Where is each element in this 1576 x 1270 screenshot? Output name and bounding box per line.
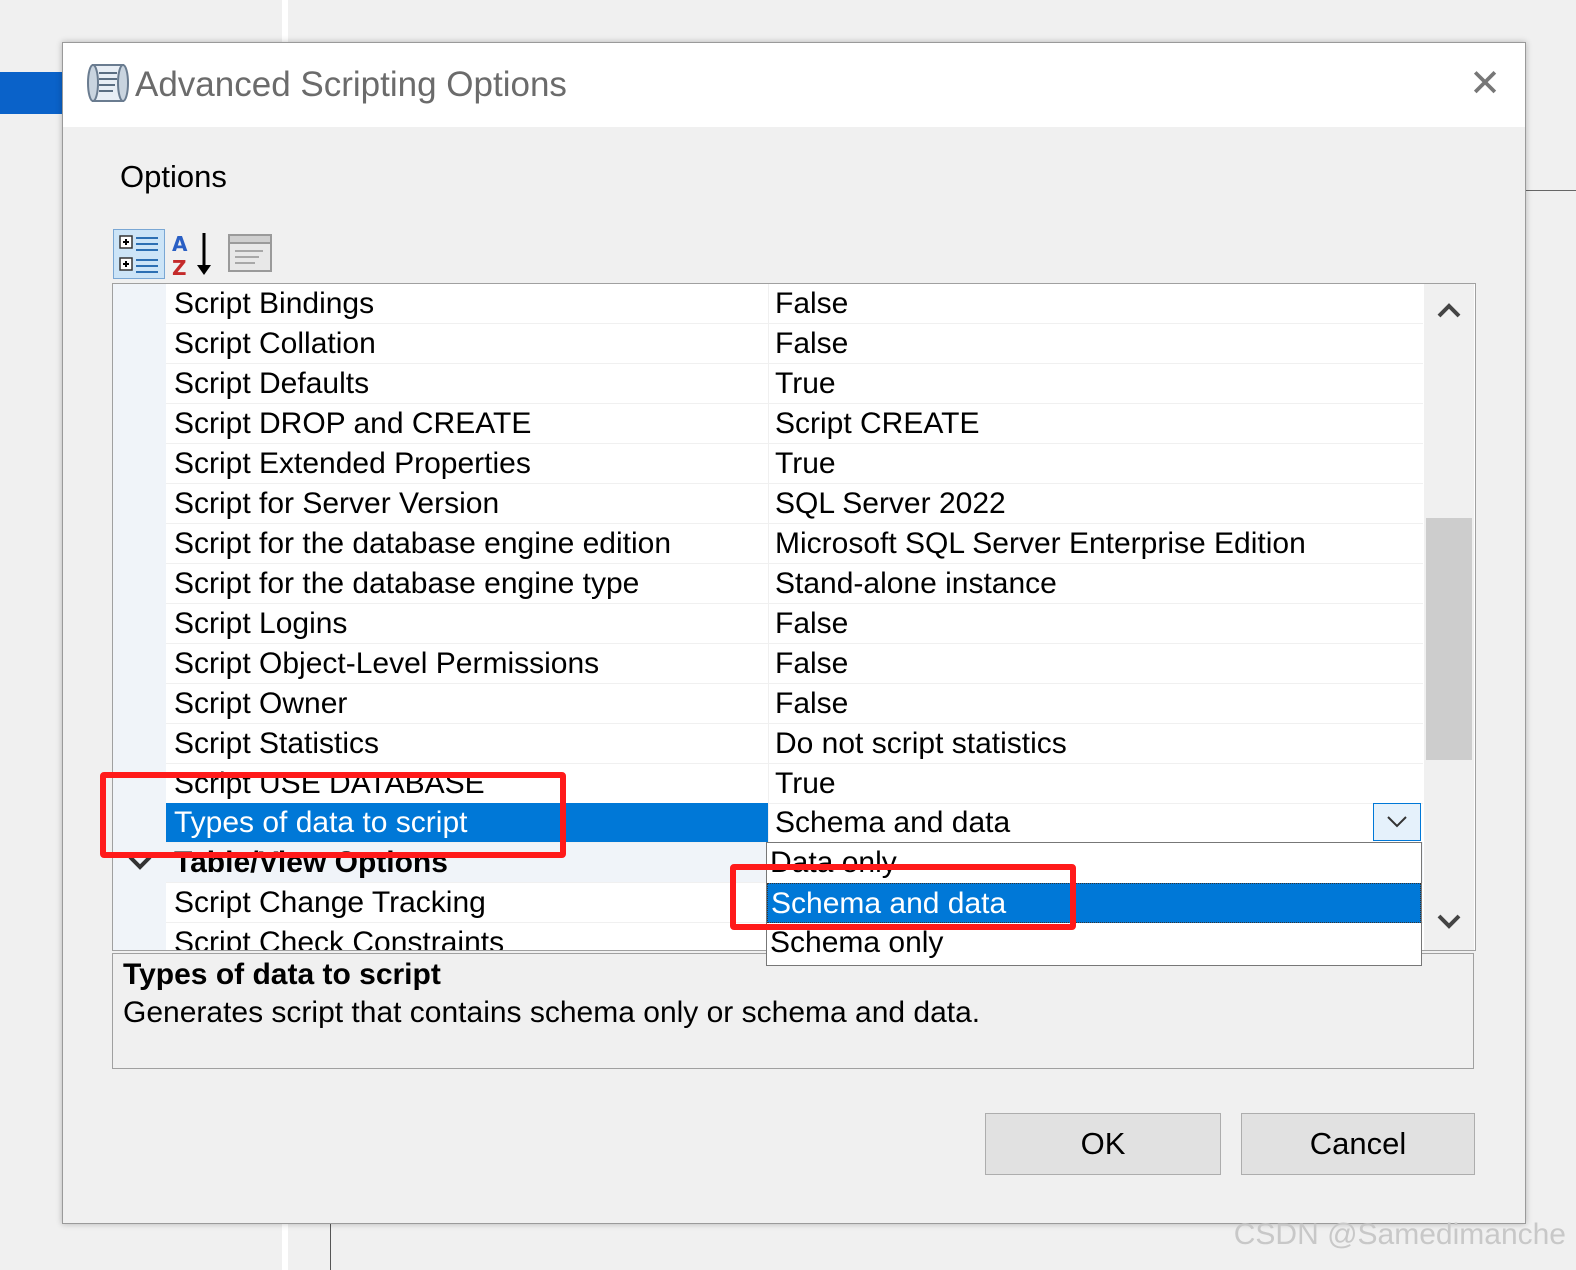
property-value[interactable]: True: [768, 444, 1423, 484]
vertical-scrollbar[interactable]: [1424, 284, 1474, 950]
property-value-dropdown[interactable]: Schema and data: [768, 803, 1423, 843]
property-row[interactable]: Script Defaults True: [113, 364, 1423, 404]
property-grid-toolbar: A Z: [113, 229, 275, 281]
categorized-button[interactable]: [113, 229, 165, 279]
property-pages-icon: [228, 234, 272, 272]
background-divider: [282, 1222, 288, 1270]
property-row[interactable]: Script Bindings False: [113, 284, 1423, 324]
property-row[interactable]: Script for the database engine edition M…: [113, 524, 1423, 564]
property-value[interactable]: Microsoft SQL Server Enterprise Edition: [768, 524, 1423, 564]
svg-text:A: A: [172, 232, 188, 256]
property-value[interactable]: Stand-alone instance: [768, 564, 1423, 604]
property-row[interactable]: Script Statistics Do not script statisti…: [113, 724, 1423, 764]
property-name: Script Check Constraints: [166, 923, 768, 950]
property-name: Script DROP and CREATE: [166, 404, 768, 444]
property-row[interactable]: Script for Server Version SQL Server 202…: [113, 484, 1423, 524]
property-value[interactable]: True: [768, 764, 1423, 804]
property-name: Script Extended Properties: [166, 444, 768, 484]
property-pages-button[interactable]: [225, 229, 275, 279]
property-name: Script for the database engine type: [166, 564, 768, 604]
close-icon[interactable]: ✕: [1465, 63, 1505, 103]
options-label: Options: [120, 159, 227, 194]
background-divider: [1524, 190, 1576, 191]
property-value[interactable]: Script CREATE: [768, 404, 1423, 444]
description-text: Generates script that contains schema on…: [123, 996, 981, 1029]
background-divider: [282, 0, 288, 42]
property-name: Script Logins: [166, 604, 768, 644]
red-annotation-box: [100, 772, 566, 858]
property-name: Script Collation: [166, 324, 768, 364]
property-value[interactable]: False: [768, 644, 1423, 684]
background-window-strip: [0, 72, 64, 114]
cancel-button[interactable]: Cancel: [1241, 1113, 1475, 1175]
chevron-down-icon: [1387, 816, 1407, 828]
property-name: Script Object-Level Permissions: [166, 644, 768, 684]
property-row[interactable]: Script for the database engine type Stan…: [113, 564, 1423, 604]
property-value[interactable]: SQL Server 2022: [768, 484, 1423, 524]
window-title: Advanced Scripting Options: [135, 65, 567, 104]
property-name: Script Change Tracking: [166, 883, 768, 923]
property-name: Script Defaults: [166, 364, 768, 404]
property-value[interactable]: False: [768, 604, 1423, 644]
property-name: Script Bindings: [166, 284, 768, 324]
categorized-icon: [119, 235, 158, 273]
property-row[interactable]: Script DROP and CREATE Script CREATE: [113, 404, 1423, 444]
ok-button[interactable]: OK: [985, 1113, 1221, 1175]
alphabetical-button[interactable]: A Z: [168, 229, 218, 280]
property-value[interactable]: Do not script statistics: [768, 724, 1423, 764]
property-name: Script for the database engine edition: [166, 524, 768, 564]
script-scroll-icon: [87, 64, 129, 102]
property-value[interactable]: False: [768, 684, 1423, 724]
alphabetical-sort-icon: A Z: [172, 232, 211, 280]
description-title: Types of data to script: [123, 958, 441, 991]
red-annotation-box: [730, 864, 1076, 930]
advanced-scripting-options-dialog: Advanced Scripting Options ✕ Options A Z: [62, 42, 1526, 1224]
property-name: Script Statistics: [166, 724, 768, 764]
title-bar[interactable]: Advanced Scripting Options ✕: [63, 43, 1525, 127]
property-row[interactable]: Script Collation False: [113, 324, 1423, 364]
property-name: Script Owner: [166, 684, 768, 724]
svg-text:Z: Z: [172, 256, 187, 279]
scroll-down-icon[interactable]: [1424, 904, 1474, 940]
property-row[interactable]: Script Object-Level Permissions False: [113, 644, 1423, 684]
scrollbar-thumb[interactable]: [1426, 518, 1472, 760]
property-row[interactable]: Script Owner False: [113, 684, 1423, 724]
scroll-up-icon[interactable]: [1424, 292, 1474, 328]
property-value[interactable]: False: [768, 324, 1423, 364]
property-value[interactable]: False: [768, 284, 1423, 324]
property-name: Script for Server Version: [166, 484, 768, 524]
description-panel: Types of data to script Generates script…: [112, 953, 1474, 1069]
dropdown-toggle-button[interactable]: [1373, 803, 1421, 841]
property-value[interactable]: True: [768, 364, 1423, 404]
property-row[interactable]: Script Extended Properties True: [113, 444, 1423, 484]
property-row[interactable]: Script Logins False: [113, 604, 1423, 644]
background-divider: [330, 1222, 331, 1270]
watermark: CSDN @Samedimanche: [1233, 1218, 1566, 1251]
